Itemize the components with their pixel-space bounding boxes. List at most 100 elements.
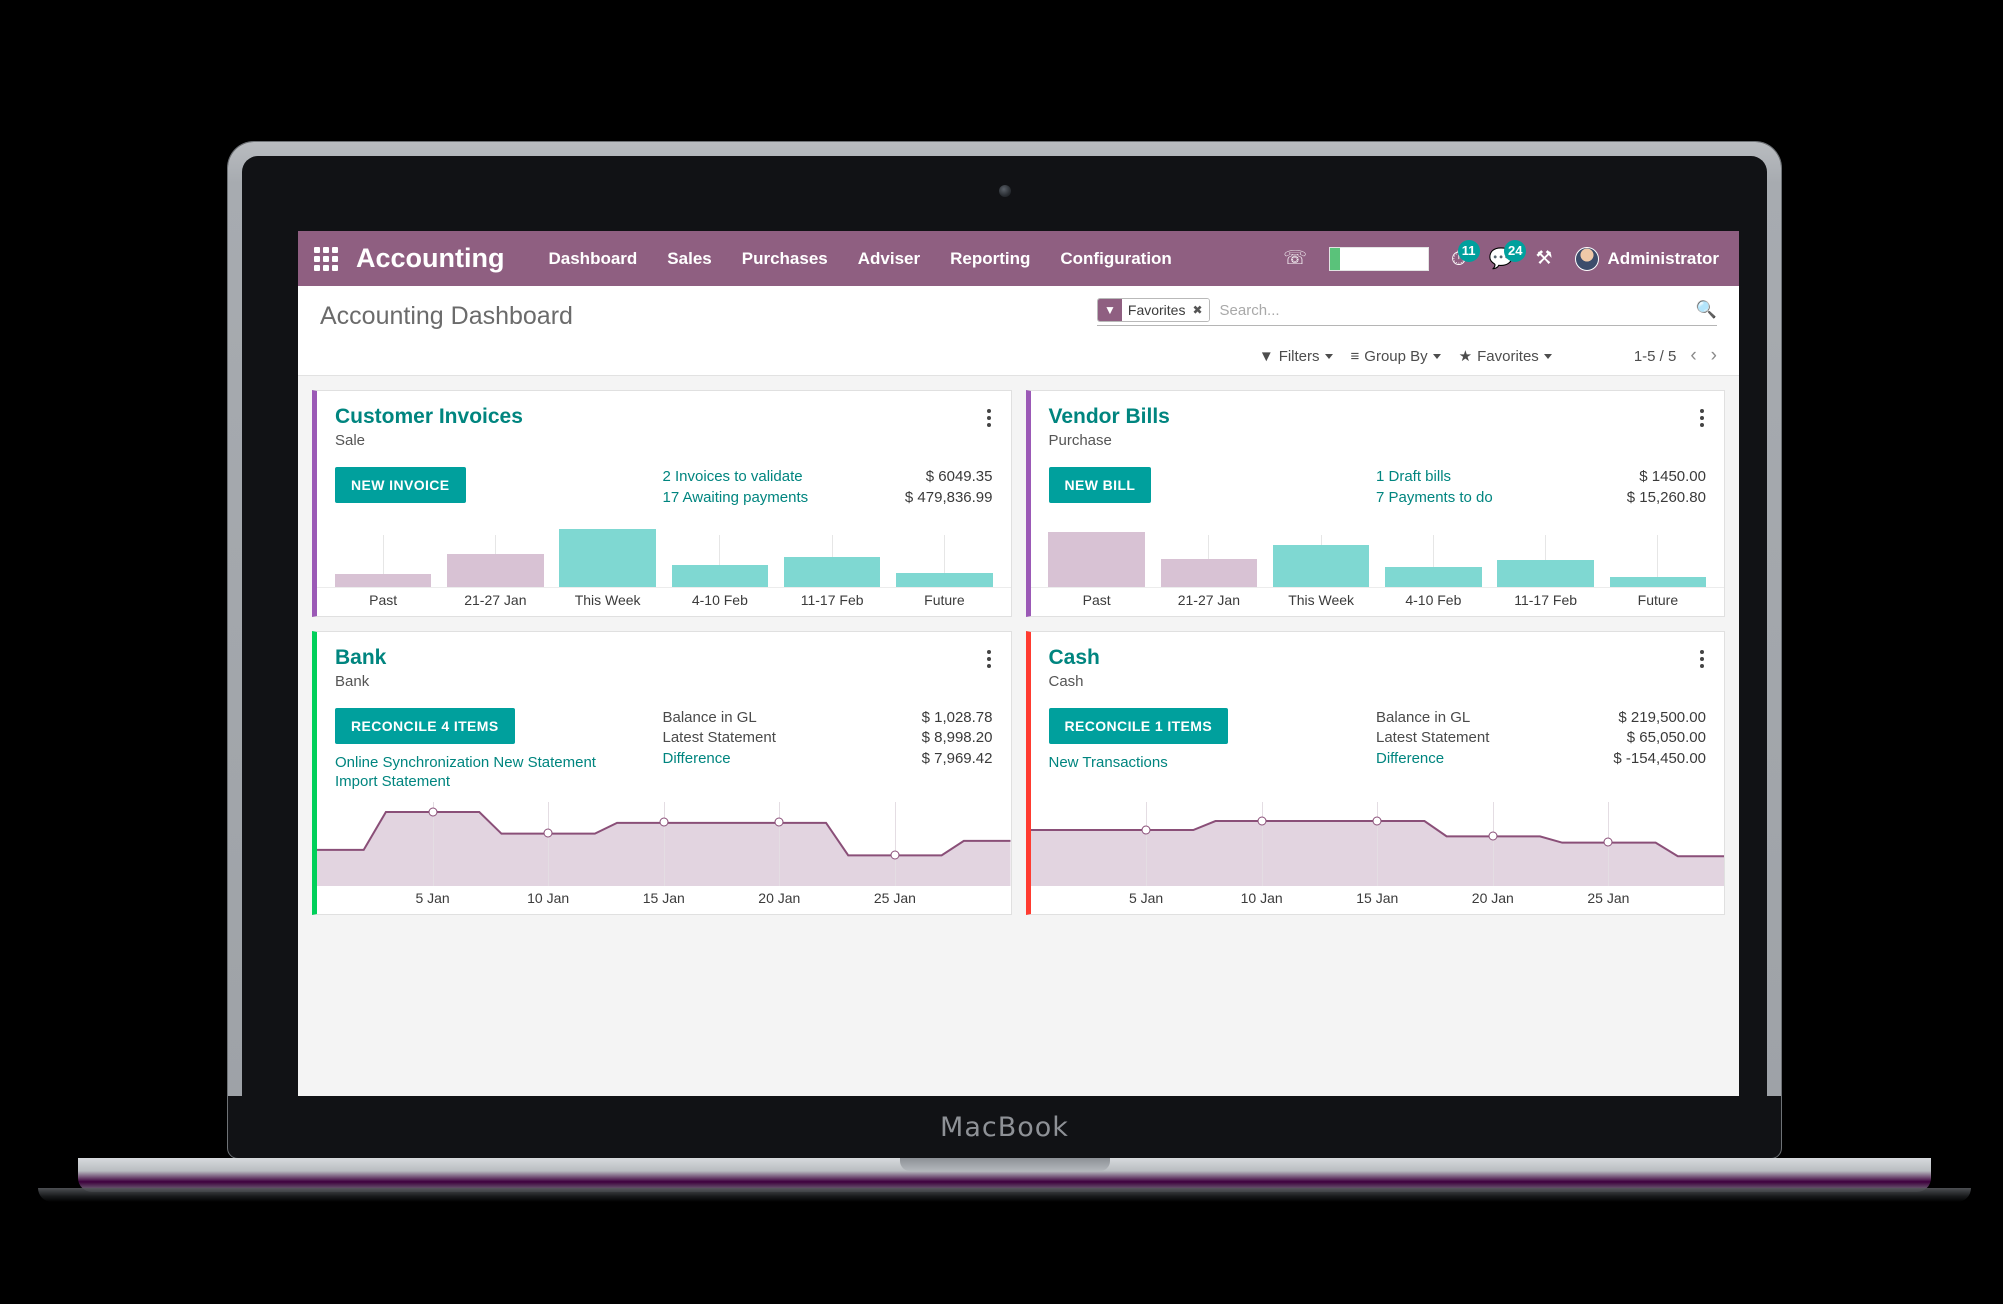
search-facet-favorites[interactable]: ▼ Favorites ✖ — [1097, 298, 1210, 322]
bar[interactable] — [671, 564, 769, 587]
bar-group[interactable] — [888, 509, 1000, 587]
menu-item-sales[interactable]: Sales — [667, 249, 711, 269]
stat-value: $ 479,836.99 — [904, 488, 993, 506]
line-x-tick-label: 25 Jan — [1587, 889, 1630, 906]
bar[interactable] — [1048, 531, 1145, 587]
stat-label[interactable]: 1 Draft bills — [1376, 467, 1451, 488]
bar-group[interactable] — [664, 509, 776, 587]
stat-label[interactable]: Difference — [663, 749, 731, 770]
bar[interactable] — [783, 556, 881, 587]
data-point-marker[interactable] — [1141, 825, 1151, 835]
bar-group[interactable] — [1153, 509, 1265, 587]
import-statement-link[interactable]: Import Statement — [335, 773, 596, 790]
search-input[interactable] — [1209, 301, 1696, 319]
card-menu-kebab-icon[interactable] — [985, 405, 993, 431]
laptop-base — [78, 1158, 1931, 1192]
bar-x-tick-label: 21-27 Jan — [464, 591, 527, 608]
bar[interactable] — [896, 573, 993, 587]
stat-label[interactable]: 17 Awaiting payments — [663, 488, 809, 509]
bar-group[interactable] — [1490, 509, 1602, 587]
new-invoice-button[interactable]: NEW INVOICE — [335, 467, 466, 504]
bar[interactable] — [1272, 544, 1370, 587]
card-title[interactable]: Cash — [1049, 646, 1100, 670]
data-point-marker[interactable] — [428, 807, 438, 817]
card-menu-kebab-icon[interactable] — [1698, 405, 1706, 431]
data-point-marker[interactable] — [1372, 816, 1382, 826]
card-menu-kebab-icon[interactable] — [985, 646, 993, 672]
card-menu-kebab-icon[interactable] — [1698, 646, 1706, 672]
stat-row: Difference $ 7,969.42 — [663, 749, 993, 770]
data-point-marker[interactable] — [1257, 816, 1267, 826]
bar-x-tick-label: Future — [924, 591, 965, 608]
pager-next-icon[interactable]: › — [1711, 345, 1717, 367]
bar-group[interactable] — [439, 509, 551, 587]
card-bank[interactable]: Bank Bank RECONCILE 4 ITEMS Online Synch… — [312, 630, 1012, 915]
pager-previous-icon[interactable]: ‹ — [1690, 345, 1696, 367]
stat-label[interactable]: 2 Invoices to validate — [663, 467, 803, 488]
online-synchronization-link[interactable]: Online Synchronization New Statement — [335, 754, 596, 771]
menu-item-configuration[interactable]: Configuration — [1060, 249, 1171, 269]
data-point-marker[interactable] — [1488, 831, 1498, 841]
macbook-device: Accounting Dashboard Sales Purchases Adv… — [38, 142, 1971, 1202]
bar[interactable] — [1160, 559, 1258, 587]
search-icon[interactable]: 🔍 — [1696, 300, 1717, 320]
bar-group[interactable] — [1602, 509, 1714, 587]
menu-item-adviser[interactable]: Adviser — [858, 249, 920, 269]
phone-icon[interactable]: ☏ — [1283, 249, 1307, 268]
tools-wrench-icon[interactable]: ⚒ — [1535, 249, 1552, 268]
laptop-lid: Accounting Dashboard Sales Purchases Adv… — [228, 142, 1781, 1158]
line-x-tick-label: 5 Jan — [415, 889, 450, 906]
data-point-marker[interactable] — [890, 850, 900, 860]
activities-menu[interactable]: ⏱ 11 — [1451, 239, 1480, 269]
bar-group[interactable] — [327, 509, 439, 587]
card-subtitle: Cash — [1048, 672, 1084, 690]
data-point-marker[interactable] — [774, 817, 784, 827]
favorites-dropdown[interactable]: ★ Favorites — [1459, 347, 1552, 365]
card-title[interactable]: Vendor Bills — [1049, 405, 1170, 429]
chevron-down-icon — [1324, 353, 1333, 359]
stat-label[interactable]: 7 Payments to do — [1376, 488, 1493, 509]
stat-value: $ 1450.00 — [1639, 468, 1706, 486]
card-cash[interactable]: Cash Cash RECONCILE 1 ITEMS New Transact… — [1025, 630, 1725, 915]
data-point-marker[interactable] — [543, 828, 553, 838]
bar-group[interactable] — [1265, 509, 1377, 587]
data-point-marker[interactable] — [659, 817, 669, 827]
group-by-dropdown[interactable]: ≡ Group By — [1351, 348, 1441, 365]
bar[interactable] — [1385, 566, 1482, 587]
new-bill-button[interactable]: NEW BILL — [1048, 467, 1152, 504]
bar[interactable] — [1497, 560, 1594, 587]
filters-dropdown[interactable]: ▼ Filters — [1259, 348, 1333, 365]
new-transactions-link[interactable]: New Transactions — [1049, 754, 1229, 771]
reconcile-items-button[interactable]: RECONCILE 4 ITEMS — [335, 707, 515, 744]
bar-group[interactable] — [776, 509, 888, 587]
app-brand-title[interactable]: Accounting — [356, 243, 505, 274]
bar-chart-plot — [1031, 509, 1725, 587]
card-vendor-bills[interactable]: Vendor Bills Purchase NEW BILL 1 Draft b… — [1025, 390, 1725, 617]
menu-item-dashboard[interactable]: Dashboard — [549, 249, 638, 269]
stat-value: $ 1,028.78 — [921, 708, 993, 726]
card-customer-invoices[interactable]: Customer Invoices Sale NEW INVOICE 2 Inv… — [312, 390, 1012, 617]
bar[interactable] — [334, 574, 432, 587]
bar[interactable] — [447, 553, 544, 587]
facet-remove-icon[interactable]: ✖ — [1192, 303, 1202, 317]
bar-group[interactable] — [1377, 509, 1489, 587]
menu-item-reporting[interactable]: Reporting — [950, 249, 1030, 269]
messages-menu[interactable]: 💬 24 — [1489, 239, 1527, 269]
bar-group[interactable] — [1041, 509, 1153, 587]
data-point-marker[interactable] — [1603, 837, 1613, 847]
card-subtitle: Purchase — [1048, 432, 1112, 450]
bar-group[interactable] — [552, 509, 664, 587]
card-title[interactable]: Bank — [335, 646, 386, 670]
card-links: Online Synchronization New Statement Imp… — [335, 754, 596, 790]
grid-apps-icon[interactable] — [314, 246, 338, 271]
bar[interactable] — [559, 529, 656, 587]
reconcile-items-button[interactable]: RECONCILE 1 ITEMS — [1048, 707, 1229, 744]
card-title[interactable]: Customer Invoices — [335, 405, 523, 429]
menu-item-purchases[interactable]: Purchases — [742, 249, 828, 269]
card-stats: Balance in GL $ 1,028.78 Latest Statemen… — [663, 708, 993, 790]
quick-entry-field[interactable] — [1328, 246, 1429, 271]
bar[interactable] — [1609, 576, 1707, 587]
user-menu[interactable]: Administrator — [1574, 246, 1719, 271]
stat-label[interactable]: Difference — [1376, 749, 1444, 770]
stat-label: Latest Statement — [662, 729, 776, 747]
